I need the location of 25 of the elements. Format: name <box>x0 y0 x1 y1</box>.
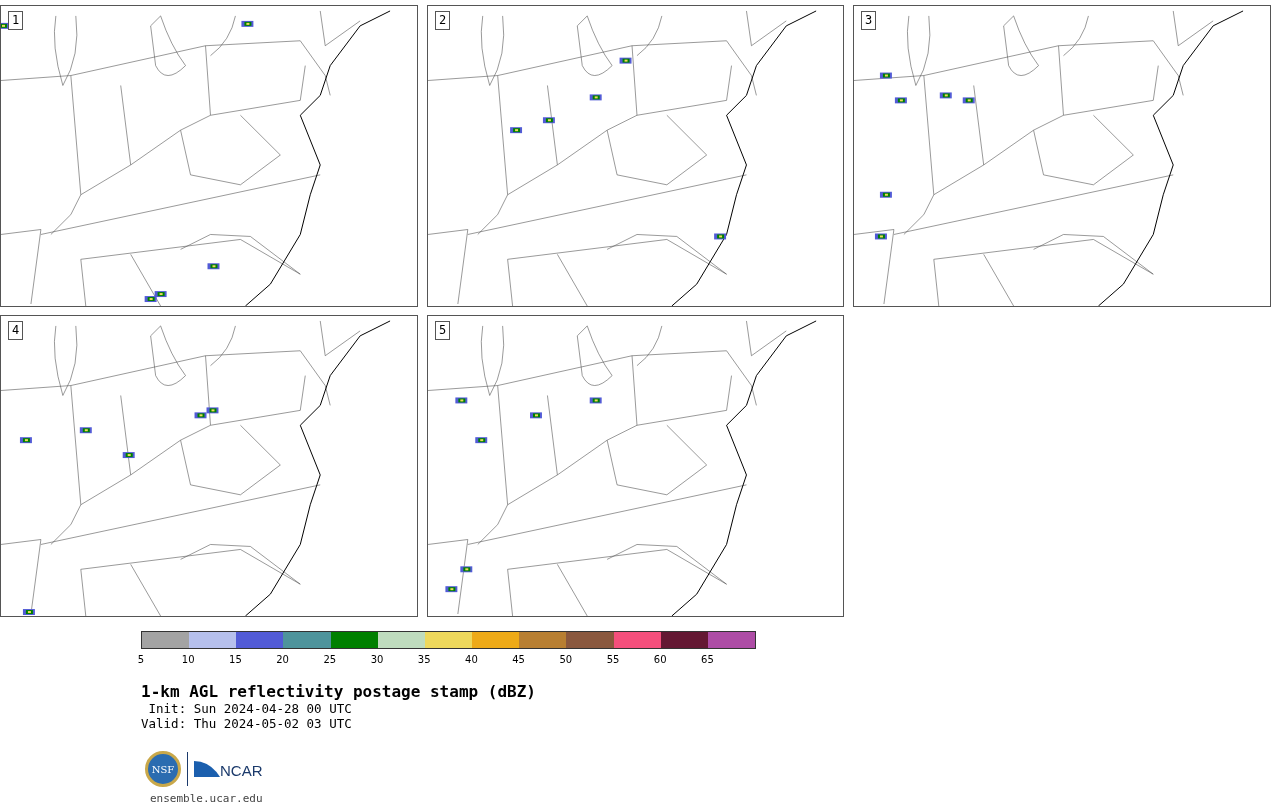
color-bar-tick-label: 35 <box>417 654 431 665</box>
valid-time: Valid: Thu 2024-05-02 03 UTC <box>141 716 353 731</box>
nsf-logo: NSF <box>145 751 181 787</box>
color-bar-tick-label: 25 <box>323 654 337 665</box>
color-bar-tick-label: 45 <box>512 654 525 665</box>
color-bar-tick-label: 10 <box>181 654 195 665</box>
panel-number: 3 <box>861 11 877 30</box>
color-bar-tick-label: 55 <box>606 654 620 665</box>
panel-number: 5 <box>435 321 451 340</box>
color-bar-tick-label: 15 <box>229 654 242 665</box>
panel-number: 2 <box>435 11 451 30</box>
panel-number: 1 <box>8 11 24 30</box>
init-time: Init: Sun 2024-04-28 00 UTC <box>147 701 353 716</box>
color-bar-tick-label: 50 <box>559 654 573 665</box>
color-bar-tick-label: 65 <box>701 654 714 665</box>
chart-title: 1-km AGL reflectivity postage stamp (dBZ) <box>141 683 537 701</box>
color-bar-tick-label: 60 <box>653 654 667 665</box>
panel-number: 4 <box>8 321 24 340</box>
color-bar-tick-label: 5 <box>137 654 145 665</box>
color-bar-tick-label: 20 <box>276 654 289 665</box>
color-bar-tick-label: 40 <box>465 654 478 665</box>
ncar-logo: NCAR <box>194 759 263 779</box>
footer-url: ensemble.ucar.edu <box>150 791 264 807</box>
swoosh-icon <box>194 759 220 779</box>
color-bar-tick-label: 30 <box>370 654 384 665</box>
